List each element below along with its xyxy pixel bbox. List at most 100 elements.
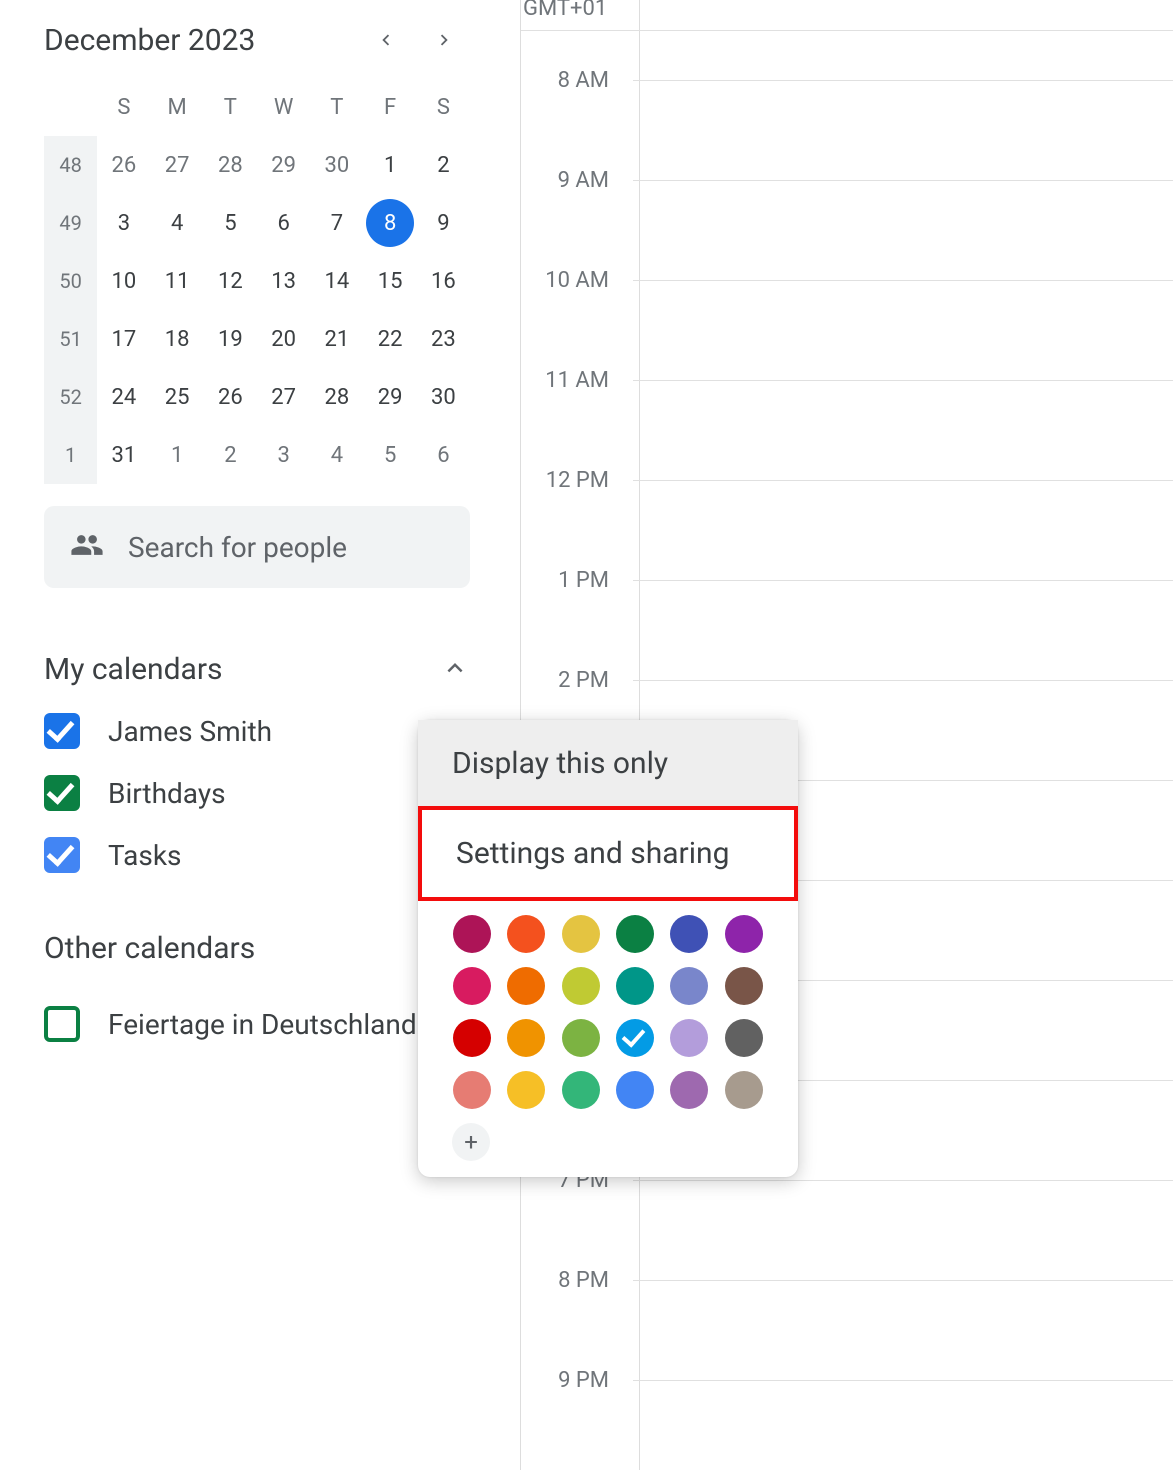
display-this-only-item[interactable]: Display this only [418,720,798,807]
mini-cal-day[interactable]: 5 [204,194,257,252]
mini-cal-day[interactable]: 31 [97,426,150,484]
color-swatch[interactable] [670,967,708,1005]
mini-cal-day[interactable]: 12 [204,252,257,310]
color-swatch[interactable] [562,967,600,1005]
mini-cal-day[interactable]: 13 [257,252,310,310]
hour-gridline [633,580,1173,581]
color-swatch[interactable] [616,1019,654,1057]
color-swatch[interactable] [725,967,763,1005]
calendar-checkbox[interactable] [44,1006,80,1042]
mini-cal-day[interactable]: 3 [97,194,150,252]
calendar-checkbox[interactable] [44,775,80,811]
mini-cal-day[interactable]: 4 [310,426,363,484]
calendar-item[interactable]: Tasks [44,837,470,873]
mini-cal-day[interactable]: 3 [257,426,310,484]
mini-cal-day[interactable]: 20 [257,310,310,368]
mini-cal-day[interactable]: 25 [151,368,204,426]
color-picker-grid [418,901,798,1109]
mini-cal-day[interactable]: 28 [310,368,363,426]
color-swatch[interactable] [507,967,545,1005]
color-swatch[interactable] [562,915,600,953]
my-calendars-title: My calendars [44,652,223,687]
color-swatch[interactable] [616,915,654,953]
hour-label: 11 AM [531,368,621,393]
mini-cal-day[interactable]: 15 [364,252,417,310]
mini-cal-day[interactable]: 26 [204,368,257,426]
color-swatch[interactable] [562,1019,600,1057]
color-swatch[interactable] [453,1019,491,1057]
mini-cal-day[interactable]: 21 [310,310,363,368]
mini-cal-day[interactable]: 2 [417,136,470,194]
hour-label: 8 PM [531,1268,621,1293]
mini-cal-day[interactable]: 16 [417,252,470,310]
mini-cal-day[interactable]: 5 [364,426,417,484]
mini-cal-day[interactable]: 27 [151,136,204,194]
color-swatch[interactable] [670,1019,708,1057]
next-month-button[interactable] [424,20,464,60]
week-number: 49 [44,194,97,252]
hour-gridline [633,180,1173,181]
mini-cal-day[interactable]: 18 [151,310,204,368]
mini-cal-day[interactable]: 19 [204,310,257,368]
mini-cal-day[interactable]: 23 [417,310,470,368]
mini-cal-day[interactable]: 2 [204,426,257,484]
mini-cal-day[interactable]: 7 [310,194,363,252]
settings-and-sharing-item[interactable]: Settings and sharing [422,810,794,897]
mini-cal-day[interactable]: 24 [97,368,150,426]
mini-cal-day[interactable]: 17 [97,310,150,368]
mini-cal-day[interactable]: 27 [257,368,310,426]
dow-header: S [417,78,470,136]
mini-cal-day[interactable]: 30 [417,368,470,426]
color-swatch[interactable] [453,915,491,953]
hour-gridline [633,280,1173,281]
calendar-label: Birthdays [108,777,226,810]
hour-label: 9 PM [531,1368,621,1393]
color-swatch[interactable] [616,1071,654,1109]
search-placeholder: Search for people [128,531,347,564]
mini-cal-day[interactable]: 22 [364,310,417,368]
color-swatch[interactable] [670,915,708,953]
color-swatch[interactable] [453,967,491,1005]
mini-cal-day[interactable]: 6 [257,194,310,252]
mini-cal-day[interactable]: 26 [97,136,150,194]
color-swatch[interactable] [725,1019,763,1057]
search-people-input[interactable]: Search for people [44,506,470,588]
calendar-item[interactable]: Feiertage in Deutschland [44,1006,470,1042]
color-swatch[interactable] [616,967,654,1005]
my-calendars-toggle[interactable]: My calendars [44,652,470,687]
mini-cal-day[interactable]: 1 [364,136,417,194]
other-calendars-list: Feiertage in Deutschland [44,1006,470,1042]
calendar-item[interactable]: Birthdays [44,775,470,811]
color-swatch[interactable] [453,1071,491,1109]
color-swatch[interactable] [507,915,545,953]
calendar-checkbox[interactable] [44,713,80,749]
calendar-checkbox[interactable] [44,837,80,873]
hour-gridline [633,1180,1173,1181]
hour-label: 1 PM [531,568,621,593]
mini-cal-day[interactable]: 30 [310,136,363,194]
mini-cal-day[interactable]: 29 [257,136,310,194]
add-custom-color-button[interactable]: + [452,1123,490,1161]
mini-cal-day[interactable]: 4 [151,194,204,252]
mini-cal-day[interactable]: 28 [204,136,257,194]
mini-cal-day[interactable]: 1 [151,426,204,484]
color-swatch[interactable] [507,1019,545,1057]
mini-cal-day[interactable]: 14 [310,252,363,310]
mini-cal-day[interactable]: 6 [417,426,470,484]
prev-month-button[interactable] [366,20,406,60]
dow-header: T [310,78,363,136]
other-calendars-header[interactable]: Other calendars + [44,925,470,972]
mini-calendar-title[interactable]: December 2023 [44,23,255,58]
mini-cal-day[interactable]: 29 [364,368,417,426]
mini-cal-day[interactable]: 11 [151,252,204,310]
mini-cal-day[interactable]: 9 [417,194,470,252]
mini-cal-day[interactable]: 8 [364,194,417,252]
color-swatch[interactable] [562,1071,600,1109]
color-swatch[interactable] [725,915,763,953]
mini-cal-day[interactable]: 10 [97,252,150,310]
dow-header: S [97,78,150,136]
color-swatch[interactable] [670,1071,708,1109]
calendar-item[interactable]: James Smith [44,713,470,749]
color-swatch[interactable] [507,1071,545,1109]
color-swatch[interactable] [725,1071,763,1109]
